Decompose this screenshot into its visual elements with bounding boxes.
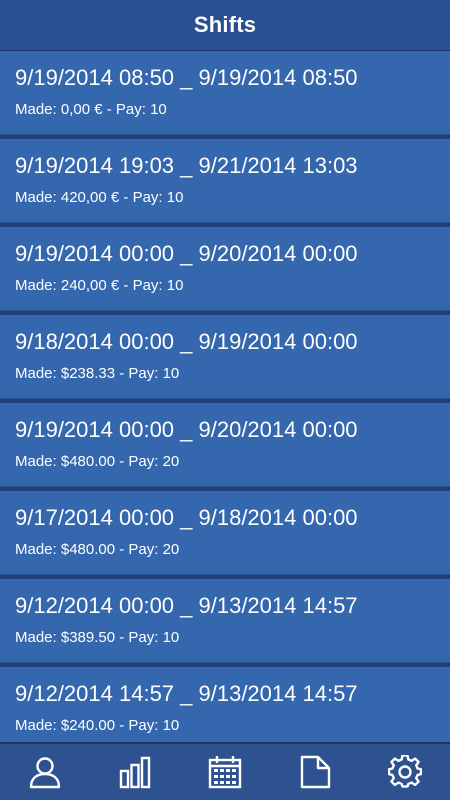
shift-earnings: Made: $480.00 - Pay: 20 <box>15 541 180 558</box>
shift-item[interactable]: 9/19/2014 00:00 _ 9/20/2014 00:00 Made: … <box>0 227 450 311</box>
calendar-icon <box>208 756 242 789</box>
shift-earnings: Made: $240.00 - Pay: 10 <box>15 717 180 734</box>
page-title: Shifts <box>193 12 257 37</box>
tab-profile[interactable] <box>15 744 75 800</box>
shift-earnings: Made: 240,00 € - Pay: 10 <box>15 277 184 294</box>
shift-item[interactable]: 9/18/2014 00:00 _ 9/19/2014 00:00 Made: … <box>0 315 450 399</box>
bottom-tab-bar <box>0 742 450 800</box>
shift-date-range: 9/12/2014 14:57 _ 9/13/2014 14:57 <box>15 681 358 706</box>
shift-earnings: Made: 0,00 € - Pay: 10 <box>15 101 167 118</box>
shift-item[interactable]: 9/19/2014 08:50 _ 9/19/2014 08:50 Made: … <box>0 51 450 135</box>
bar-chart-icon <box>119 756 151 789</box>
app-screen: Shifts 9/19/2014 08:50 _ 9/19/2014 08:50… <box>0 0 450 800</box>
shift-date-range: 9/12/2014 00:00 _ 9/13/2014 14:57 <box>15 593 358 618</box>
person-icon <box>29 757 61 789</box>
shift-date-range: 9/18/2014 00:00 _ 9/19/2014 00:00 <box>15 329 358 354</box>
tab-calendar[interactable] <box>195 744 255 800</box>
shift-date-range: 9/19/2014 19:03 _ 9/21/2014 13:03 <box>15 153 358 178</box>
shift-earnings: Made: 420,00 € - Pay: 10 <box>15 189 184 206</box>
header-bar: Shifts <box>0 0 450 51</box>
shift-list[interactable]: 9/19/2014 08:50 _ 9/19/2014 08:50 Made: … <box>0 51 450 744</box>
shift-item[interactable]: 9/12/2014 00:00 _ 9/13/2014 14:57 Made: … <box>0 579 450 663</box>
shift-date-range: 9/19/2014 00:00 _ 9/20/2014 00:00 <box>15 417 358 442</box>
shift-date-range: 9/19/2014 00:00 _ 9/20/2014 00:00 <box>15 241 358 266</box>
gear-icon <box>388 755 422 788</box>
shift-item[interactable]: 9/12/2014 14:57 _ 9/13/2014 14:57 Made: … <box>0 667 450 744</box>
shift-item[interactable]: 9/17/2014 00:00 _ 9/18/2014 00:00 Made: … <box>0 491 450 575</box>
shift-item[interactable]: 9/19/2014 19:03 _ 9/21/2014 13:03 Made: … <box>0 139 450 223</box>
shift-earnings: Made: $389.50 - Pay: 10 <box>15 629 180 646</box>
document-icon <box>300 755 331 789</box>
tab-statistics[interactable] <box>105 744 165 800</box>
shift-item[interactable]: 9/19/2014 00:00 _ 9/20/2014 00:00 Made: … <box>0 403 450 487</box>
shift-earnings: Made: $480.00 - Pay: 20 <box>15 453 180 470</box>
shift-date-range: 9/19/2014 08:50 _ 9/19/2014 08:50 <box>15 65 358 90</box>
shift-earnings: Made: $238.33 - Pay: 10 <box>15 365 180 382</box>
tab-reports[interactable] <box>285 744 345 800</box>
shift-date-range: 9/17/2014 00:00 _ 9/18/2014 00:00 <box>15 505 358 530</box>
tab-settings[interactable] <box>375 744 435 800</box>
